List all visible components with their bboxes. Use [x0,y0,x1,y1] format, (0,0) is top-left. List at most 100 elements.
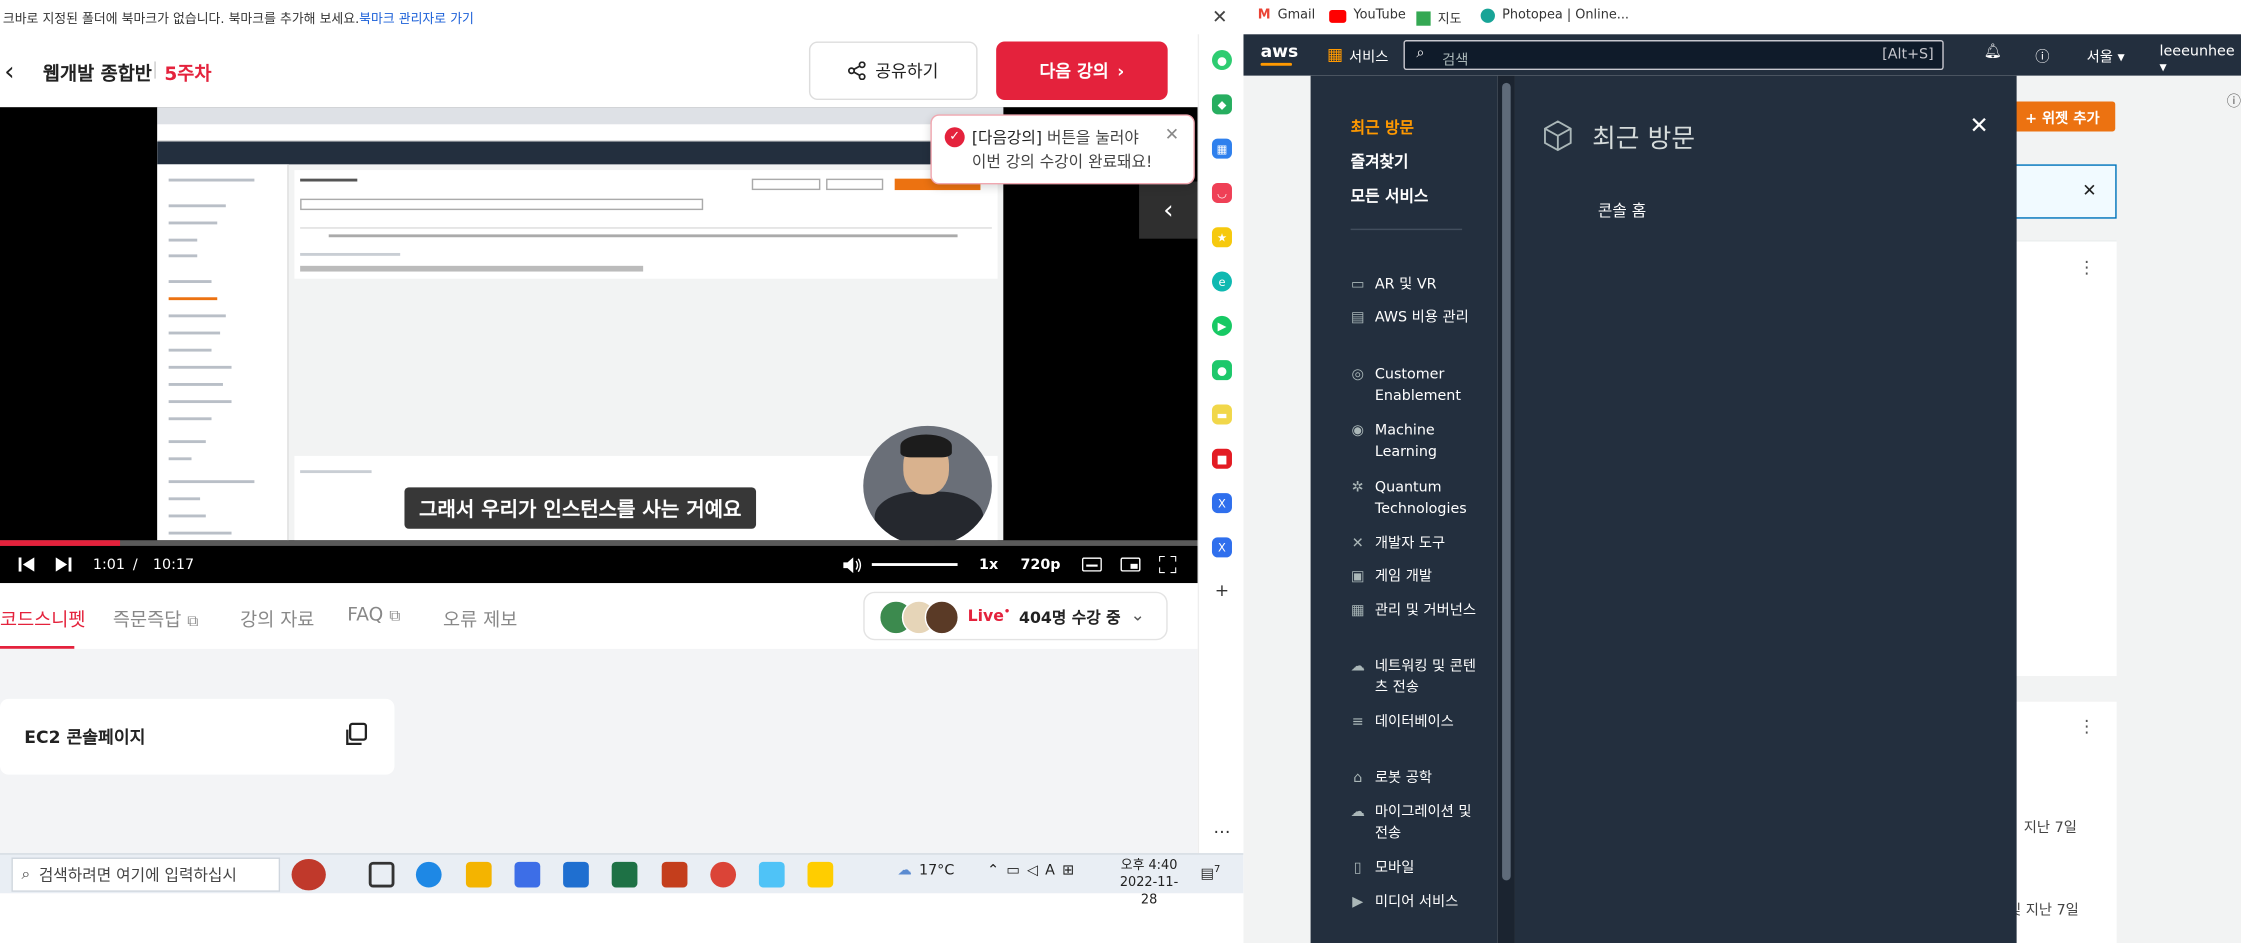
menu-category-item[interactable]: ≡ 데이터베이스 [1349,712,1480,733]
volume-slider[interactable] [871,546,958,583]
excel-icon[interactable] [611,861,638,888]
bell-icon[interactable]: 🔔︎ [1984,44,2002,60]
quality-button[interactable]: 720p [1020,546,1060,583]
kebab-menu-icon[interactable]: ⋮ [2078,257,2095,277]
keyboard-icon[interactable]: ⊞ [1062,863,1074,879]
menu-category-item[interactable]: ▣ 게임 개발 [1349,566,1480,587]
copy-icon[interactable] [343,722,372,751]
ime-indicator[interactable]: A [1045,863,1055,879]
live-viewers-button[interactable]: Live• 404명 수강 중 ⌄ [863,591,1168,641]
menu-scroll-thumb[interactable] [1502,82,1511,881]
weather-status[interactable]: ☁ 17°C ⌃ ▭ ◁ A ⊞ [898,863,1075,879]
x-app-icon[interactable]: X [1211,493,1232,514]
speed-button[interactable]: 1x [979,546,998,583]
services-menu-button[interactable]: ▦ 서비스 [1318,40,1398,69]
share-button[interactable]: 공유하기 [808,41,978,101]
add-icon[interactable]: + [1212,580,1232,600]
file-explorer-icon[interactable] [465,861,492,888]
temperature: 17°C [918,863,955,879]
fullscreen-icon[interactable] [1159,546,1177,583]
red-app-icon[interactable]: ■ [1211,448,1232,469]
system-clock[interactable]: 오후 4:40 2022-11-28 [1115,858,1184,909]
pip-icon[interactable] [1120,546,1141,583]
add-widget-button[interactable]: + 위젯 추가 [2009,101,2116,132]
aws-search-input[interactable]: ⌕ 검색 [Alt+S] [1403,40,1944,71]
note-app-icon[interactable]: ▬ [1211,404,1232,425]
customer-icon: ◎ [1351,367,1364,384]
task-view-icon[interactable] [368,861,395,888]
store-icon[interactable] [514,861,541,888]
menu-category-item[interactable]: ✲ Quantum Technologies [1349,477,1480,520]
skip-back-icon[interactable] [18,546,36,583]
tooltip-close-icon[interactable]: ✕ [1165,123,1179,147]
speaker-icon[interactable]: ◁ [1027,863,1038,879]
star-app-icon[interactable]: ★ [1211,227,1232,248]
help-icon[interactable]: ⓘ [2035,44,2049,66]
menu-category-item[interactable]: ▭ AR 및 VR [1349,274,1480,295]
tab-qna[interactable]: 즉문즉답 ⧉ [113,605,199,631]
menu-category-item[interactable]: ▶ 미디어 서비스 [1349,892,1480,913]
taskbar-search[interactable]: ⌕ 검색하려면 여기에 입력하십시 [11,857,281,892]
bookmark-maps[interactable]: 지도 [1416,9,1461,27]
close-icon[interactable]: ✕ [2082,180,2096,200]
info-icon[interactable]: ⓘ [2227,89,2241,110]
play-app-icon[interactable]: ▶ [1211,315,1232,336]
volume-icon[interactable] [843,546,862,583]
tab-faq[interactable]: FAQ ⧉ [347,605,400,626]
tab-code-snippet[interactable]: 코드스니펫 [0,605,85,631]
app-icon[interactable]: ● [1211,50,1232,71]
chat-app-icon[interactable]: ● [1211,360,1232,381]
menu-category-item[interactable]: ☁ 마이그레이션 및 전송 [1349,802,1480,845]
search-icon: ⌕ [21,864,31,884]
menu-category-item[interactable]: ◎ Customer Enablement [1349,364,1480,407]
region-selector[interactable]: 서울 ▾ [2087,44,2125,66]
skip-forward-icon[interactable] [54,546,72,583]
tray-arrow-icon[interactable]: ⌃ [987,863,999,879]
menu-favorites[interactable]: 즐겨찾기 [1351,150,1409,173]
back-arrow-icon[interactable]: ‹ [4,57,14,87]
recent-console-home-link[interactable]: 콘솔 홈 [1598,199,1646,222]
database-icon: ≡ [1351,714,1364,731]
menu-category-item[interactable]: ▯ 모바일 [1349,858,1480,879]
close-icon[interactable]: ✕ [1212,7,1228,28]
menu-category-item[interactable]: ☁ 네트워킹 및 콘텐츠 전송 [1349,656,1480,699]
account-menu[interactable]: leeeunhee ▾ [2160,44,2241,75]
notification-center-icon[interactable]: ▤7 [1201,863,1221,882]
menu-all-services[interactable]: 모든 서비스 [1351,184,1429,207]
chrome-icon[interactable] [710,861,737,888]
menu-category-item[interactable]: ▦ 관리 및 거버넌스 [1349,600,1480,621]
pocket-app-icon[interactable]: ◡ [1211,182,1232,203]
close-icon[interactable]: ✕ [1969,111,1988,138]
edge-app-icon[interactable]: e [1211,271,1232,292]
bookmark-youtube[interactable]: YouTube [1329,9,1406,23]
menu-category-item[interactable]: ✕ 개발자 도구 [1349,533,1480,554]
bookmark-manager-link[interactable]: 북마크 관리자로 가기 [359,8,474,26]
more-icon[interactable]: … [1212,818,1232,838]
aws-logo-smile [1260,62,1293,66]
next-lecture-button[interactable]: 다음 강의 › [996,41,1168,101]
side-panel-toggle-button[interactable]: ‹ [1139,181,1198,239]
weather-widget-icon[interactable] [291,858,326,891]
bookmark-photopea[interactable]: Photopea | Online... [1480,8,1629,23]
captions-icon[interactable] [1081,546,1102,583]
bookmark-gmail[interactable]: M Gmail [1258,9,1316,23]
tab-report-error[interactable]: 오류 제보 [443,605,517,631]
menu-category-item[interactable]: ⌂ 로봇 공학 [1349,767,1480,788]
mail-icon[interactable] [563,861,589,888]
x-app-icon[interactable]: X [1211,537,1232,558]
aws-logo[interactable]: aws [1261,41,1299,61]
menu-category-item[interactable]: ◉ Machine Learning [1349,420,1480,463]
tab-materials[interactable]: 강의 자료 [240,605,314,631]
kebab-menu-icon[interactable]: ⋮ [2078,716,2095,736]
edge-icon[interactable] [415,861,442,888]
menu-category-item[interactable]: ▤ AWS 비용 관리 [1349,307,1480,328]
menu-category-label: 네트워킹 및 콘텐츠 전송 [1374,658,1477,697]
presenter-webcam [863,425,992,546]
network-icon[interactable]: ▭ [1006,863,1020,879]
calendar-app-icon[interactable]: ▦ [1211,138,1232,159]
notification-app-icon[interactable]: ◆ [1211,94,1232,115]
menu-recent[interactable]: 최근 방문 [1351,116,1414,139]
bird-app-icon[interactable] [758,861,785,888]
powerpoint-icon[interactable] [661,861,688,888]
kakaotalk-icon[interactable] [807,861,834,888]
